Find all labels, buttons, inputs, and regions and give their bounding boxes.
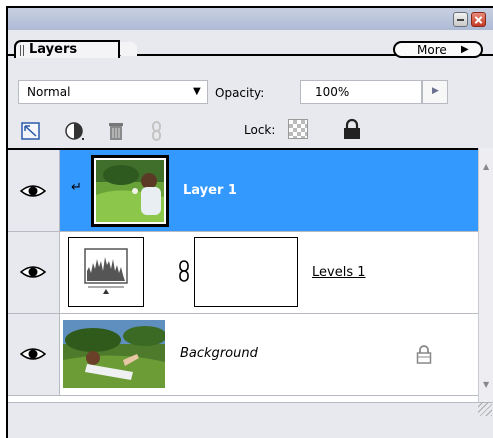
visibility-toggle[interactable] bbox=[8, 314, 60, 395]
layer-thumbnail bbox=[63, 320, 165, 388]
more-button[interactable]: More ▶ bbox=[393, 41, 483, 58]
opacity-value: 100% bbox=[315, 85, 350, 99]
adjustment-layer-icon[interactable] bbox=[64, 120, 86, 142]
more-label: More bbox=[417, 43, 447, 57]
lock-label: Lock: bbox=[244, 123, 276, 137]
scroll-up-icon[interactable]: ▲ bbox=[483, 162, 489, 171]
blend-mode-value: Normal bbox=[27, 85, 71, 99]
visibility-toggle[interactable] bbox=[8, 150, 60, 231]
triangle-right-icon: ▶ bbox=[461, 44, 469, 55]
layer-row-levels-1[interactable]: Levels 1 bbox=[8, 232, 478, 314]
eye-icon[interactable] bbox=[20, 346, 46, 362]
scroll-down-icon[interactable]: ▼ bbox=[483, 380, 489, 389]
levels-adjustment-icon bbox=[68, 237, 144, 307]
layer-name[interactable]: Levels 1 bbox=[312, 265, 366, 280]
tab-layers[interactable]: Layers bbox=[14, 40, 120, 58]
layer-list-scrollbar[interactable]: ▲ ▼ bbox=[478, 148, 493, 402]
opacity-label: Opacity: bbox=[215, 86, 265, 100]
layer-mask-thumbnail[interactable] bbox=[194, 237, 298, 307]
tab-label: Layers bbox=[29, 42, 78, 57]
triangle-right-icon: ▶ bbox=[432, 86, 439, 96]
layer-row-layer-1[interactable]: ↵ Layer 1 bbox=[8, 150, 478, 232]
blend-mode-select[interactable]: Normal ▼ bbox=[18, 80, 208, 104]
chevron-down-icon: ▼ bbox=[193, 86, 201, 97]
layer-name[interactable]: Layer 1 bbox=[183, 183, 237, 198]
layer-row-background[interactable]: Background bbox=[8, 314, 478, 396]
close-icon[interactable] bbox=[471, 12, 486, 27]
eye-icon[interactable] bbox=[20, 264, 46, 280]
layer-list: ↵ Layer 1 Levels 1 Background bbox=[8, 148, 478, 402]
resize-grip-icon[interactable] bbox=[478, 402, 492, 416]
minimize-icon[interactable] bbox=[453, 12, 468, 27]
lock-transparency-icon[interactable] bbox=[288, 119, 308, 139]
new-layer-icon[interactable] bbox=[20, 120, 42, 142]
mask-link-icon[interactable] bbox=[178, 260, 190, 282]
link-icon[interactable] bbox=[146, 120, 168, 142]
lock-icon bbox=[416, 345, 432, 364]
lock-icon[interactable] bbox=[342, 118, 362, 140]
layers-panel: Layers More ▶ Normal ▼ Opacity: 100% ▶ L… bbox=[6, 6, 493, 438]
panel-tab-row: Layers More ▶ bbox=[8, 30, 493, 58]
layer-name[interactable]: Background bbox=[180, 346, 258, 361]
clipping-mask-icon: ↵ bbox=[71, 180, 82, 195]
drag-grip-icon[interactable] bbox=[20, 45, 26, 56]
panel-bottom-bar bbox=[8, 402, 493, 438]
layer-thumbnail bbox=[91, 155, 169, 227]
opacity-input[interactable]: 100% bbox=[300, 80, 422, 104]
trash-icon[interactable] bbox=[105, 120, 127, 142]
eye-icon[interactable] bbox=[20, 183, 46, 199]
opacity-slider-button[interactable]: ▶ bbox=[422, 80, 448, 104]
visibility-toggle[interactable] bbox=[8, 232, 60, 313]
panel-titlebar[interactable] bbox=[8, 8, 493, 30]
